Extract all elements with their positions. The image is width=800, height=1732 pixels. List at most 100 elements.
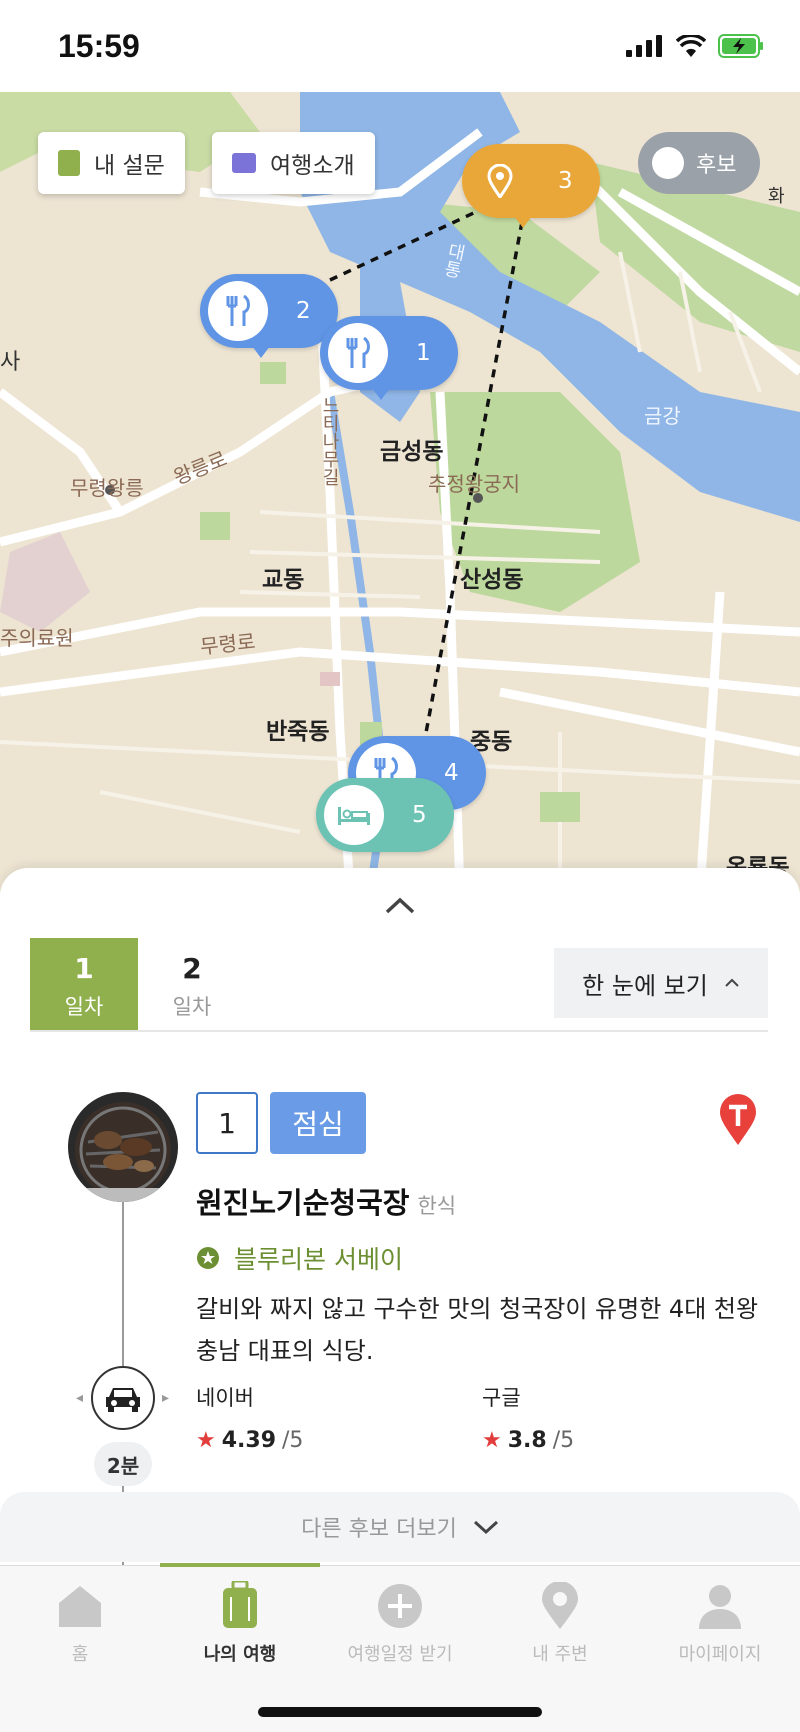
place-name-text: 원진노기순청국장	[196, 1186, 410, 1220]
status-time: 15:59	[58, 28, 140, 64]
chevron-up-icon	[725, 978, 739, 987]
location-icon	[542, 1582, 578, 1629]
place-category: 한식	[417, 1194, 457, 1218]
more-candidates-label: 다른 후보 더보기	[301, 1517, 457, 1542]
star-icon: ★	[482, 1428, 502, 1453]
map-label-chujeong: 추정왕궁지	[428, 472, 520, 496]
rating-google: 구글 ★ 3.8/5	[482, 1382, 574, 1453]
rating-max: /5	[552, 1428, 575, 1453]
battery-charging-icon	[718, 34, 763, 58]
overview-label: 한 눈에 보기	[582, 971, 708, 1000]
transport-car-button[interactable]	[91, 1366, 155, 1430]
intro-button[interactable]: 여행소개	[212, 132, 375, 194]
map-pin-1[interactable]: 1	[320, 316, 458, 400]
active-tab-indicator	[160, 1563, 320, 1567]
place-name[interactable]: 원진노기순청국장 한식	[196, 1180, 456, 1222]
tab-label: 홈	[71, 1644, 89, 1665]
tab-my-trip[interactable]: 나의 여행	[160, 1580, 320, 1666]
chevron-up-icon[interactable]	[384, 896, 416, 916]
award-label: 블루리본 서베이	[234, 1245, 403, 1274]
status-bar: 15:59	[0, 0, 800, 92]
toggle-knob	[652, 147, 684, 179]
place-thumbnail[interactable]	[68, 1092, 178, 1202]
day-number: 1	[74, 952, 94, 985]
document-icon	[58, 150, 80, 176]
map-label-muryeong-ro: 무령로	[199, 629, 257, 659]
map-label-banjuk: 반죽동	[266, 719, 330, 745]
tab-divider	[30, 1030, 768, 1032]
navigation-app-icon[interactable]	[718, 1094, 758, 1146]
tab-mypage[interactable]: 마이페이지	[640, 1580, 800, 1666]
map-label-hwa: 화	[768, 186, 785, 207]
tab-get-itinerary[interactable]: 여행일정 받기	[320, 1580, 480, 1666]
pin-number: 5	[412, 802, 427, 828]
tab-day-2[interactable]: 2 일차	[138, 938, 246, 1030]
map-label-gyodong: 교동	[262, 567, 305, 593]
map-label-medical: 주의료원	[0, 626, 74, 650]
map-pin-5[interactable]: 5	[316, 778, 454, 852]
left-arrow-icon: ◂	[76, 1390, 84, 1406]
candidate-toggle[interactable]: 후보	[638, 132, 760, 194]
tab-home[interactable]: 홈	[0, 1580, 160, 1666]
rating-score: 3.8	[507, 1428, 547, 1453]
map-label-sanseong: 산성동	[460, 567, 524, 593]
rating-naver: 네이버 ★ 4.39/5	[196, 1382, 303, 1453]
map-label-geumseong: 금성동	[380, 439, 444, 465]
intro-label: 여행소개	[270, 153, 355, 179]
right-arrow-icon: ▸	[162, 1390, 170, 1406]
place-order: 1	[196, 1092, 258, 1154]
meal-badge: 점심	[270, 1092, 366, 1154]
rating-score: 4.39	[221, 1428, 277, 1453]
timeline-line	[122, 1202, 124, 1366]
survey-button[interactable]: 내 설문	[38, 132, 185, 194]
plus-circle-icon	[378, 1584, 422, 1628]
pin-number: 3	[558, 168, 573, 194]
map-label-muryeong: 무령왕릉	[70, 476, 144, 500]
map-label-geumgang: 금강	[644, 404, 681, 428]
more-candidates-button[interactable]: 다른 후보 더보기	[0, 1492, 800, 1562]
rating-max: /5	[282, 1428, 304, 1453]
itinerary-sheet: 1 일차 2 일차 한 눈에 보기 ◂ ▸ 2분 1 점심 원진노기순청국장 한…	[0, 868, 800, 1568]
day-number: 2	[182, 952, 202, 985]
tab-label: 여행일정 받기	[347, 1644, 453, 1665]
survey-label: 내 설문	[94, 153, 165, 179]
pin-number: 2	[296, 298, 311, 324]
tab-day-1[interactable]: 1 일차	[30, 938, 138, 1030]
map-label-neuti: 느티나무길	[319, 396, 340, 486]
mail-icon	[232, 153, 256, 173]
award-badge: 블루리본 서베이	[196, 1240, 403, 1276]
wifi-icon	[676, 35, 706, 57]
day-label: 일차	[172, 995, 212, 1019]
tab-label: 나의 여행	[203, 1644, 277, 1665]
person-icon	[699, 1585, 741, 1629]
status-icons	[626, 34, 764, 58]
overview-button[interactable]: 한 눈에 보기	[554, 948, 768, 1018]
fork-knife-icon	[208, 281, 268, 341]
map-label-sa: 사	[0, 350, 21, 375]
toggle-label: 후보	[696, 153, 737, 178]
star-circle-icon	[197, 1247, 219, 1269]
map-pin-3[interactable]: 3	[462, 144, 600, 228]
day-label: 일차	[64, 995, 104, 1019]
place-description: 갈비와 짜지 않고 구수한 맛의 청국장이 유명한 4대 천왕 충남 대표의 식…	[196, 1295, 759, 1365]
home-icon	[59, 1586, 101, 1627]
map-pin-2[interactable]: 2	[200, 274, 338, 358]
rating-source: 네이버	[196, 1386, 254, 1410]
tab-label: 마이페이지	[678, 1644, 762, 1665]
rating-source: 구글	[482, 1386, 521, 1410]
map-view[interactable]: 금성동 추정왕궁지 무령왕릉 왕릉로 교동 산성동 무령로 반죽동 중동 옥룡동…	[0, 92, 800, 892]
location-icon	[470, 151, 530, 211]
home-indicator	[258, 1707, 542, 1717]
travel-time-badge: 2분	[94, 1442, 152, 1486]
tab-nearby[interactable]: 내 주변	[480, 1580, 640, 1666]
pin-number: 1	[416, 340, 431, 366]
tab-label: 내 주변	[532, 1644, 588, 1665]
fork-knife-icon	[328, 323, 388, 383]
car-icon	[106, 1388, 140, 1412]
suitcase-icon	[223, 1581, 257, 1628]
pin-number: 4	[444, 760, 459, 786]
star-icon: ★	[196, 1428, 216, 1453]
chevron-down-icon	[473, 1520, 498, 1535]
signal-icon	[626, 35, 662, 57]
bed-icon	[324, 785, 384, 845]
